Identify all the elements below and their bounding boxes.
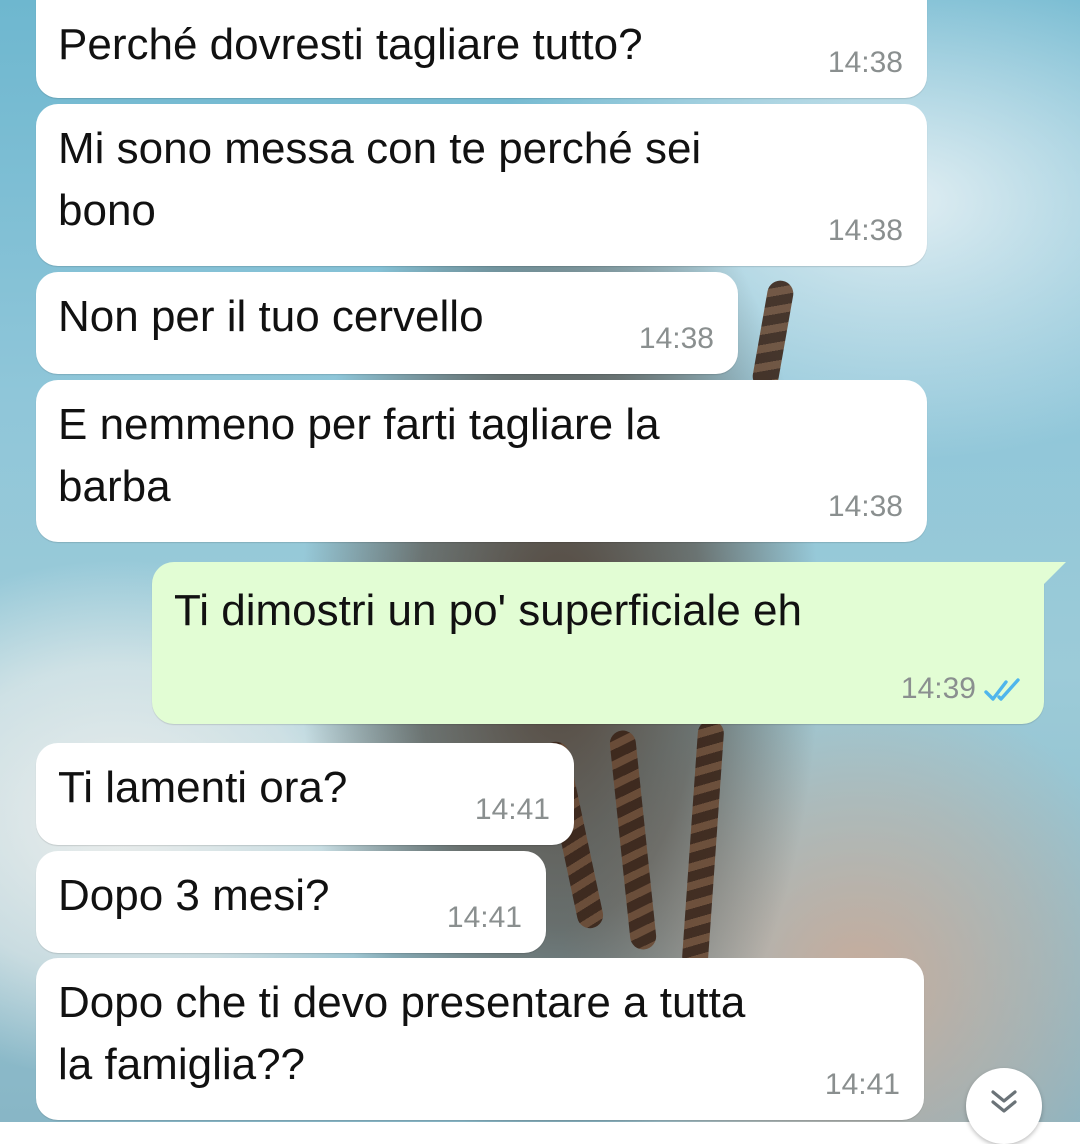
message-text: Mi sono messa con te perché sei bono [58, 124, 702, 235]
message-text: Ti dimostri un po' superficiale eh [174, 586, 802, 635]
double-check-icon [984, 678, 1020, 701]
message-text: Dopo che ti devo presentare a tutta la f… [58, 978, 746, 1089]
message-timestamp: 14:41 [446, 901, 522, 934]
message-bubble-incoming[interactable]: Dopo che ti devo presentare a tutta la f… [36, 958, 924, 1120]
message-text: Perché dovresti tagliare tutto? [58, 20, 643, 69]
wallpaper-detail [608, 729, 658, 951]
message-timestamp: 14:38 [827, 46, 903, 79]
message-text: E nemmeno per farti tagliare la barba [58, 400, 660, 511]
double-chevron-down-icon [991, 1090, 1017, 1113]
message-bubble-incoming[interactable]: Ti lamenti ora? 14:41 [36, 743, 574, 845]
message-text: Dopo 3 mesi? [58, 871, 330, 920]
message-timestamp: 14:41 [474, 793, 550, 826]
message-bubble-incoming[interactable]: Non per il tuo cervello 14:38 [36, 272, 738, 374]
wallpaper-detail [681, 719, 725, 971]
message-timestamp: 14:38 [827, 214, 903, 247]
message-bubble-incoming[interactable]: Perché dovresti tagliare tutto? 14:38 [36, 0, 927, 98]
message-bubble-incoming[interactable]: Mi sono messa con te perché sei bono 14:… [36, 104, 927, 266]
message-bubble-incoming[interactable]: Dopo 3 mesi? 14:41 [36, 851, 546, 953]
bubble-tail [1044, 562, 1066, 584]
message-timestamp: 14:41 [824, 1068, 900, 1101]
scroll-to-bottom-button[interactable] [966, 1068, 1042, 1144]
message-timestamp: 14:39 [900, 672, 976, 705]
wallpaper-detail [750, 278, 796, 392]
message-timestamp: 14:38 [827, 490, 903, 523]
message-timestamp: 14:38 [638, 322, 714, 355]
message-bubble-incoming[interactable]: E nemmeno per farti tagliare la barba 14… [36, 380, 927, 542]
message-text: Ti lamenti ora? [58, 763, 348, 812]
message-text: Non per il tuo cervello [58, 292, 484, 341]
message-bubble-outgoing[interactable]: Ti dimostri un po' superficiale eh 14:39 [152, 562, 1044, 724]
